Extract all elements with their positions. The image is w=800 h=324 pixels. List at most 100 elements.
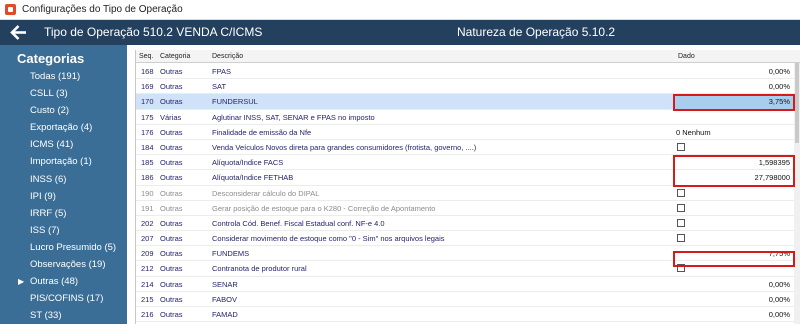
row-seq: 170 (141, 97, 154, 107)
row-category: Outras (160, 249, 183, 259)
row-seq: 202 (141, 218, 154, 228)
row-checkbox[interactable] (677, 188, 685, 197)
sidebar-item[interactable]: INSS (6) (0, 171, 127, 188)
row-checkbox[interactable] (677, 264, 685, 273)
row-category: Outras (160, 82, 183, 92)
row-value[interactable]: 7,75% (769, 249, 790, 258)
table-row[interactable]: 215 Outras FABOV 0,00% (136, 292, 797, 307)
column-header-categoria[interactable]: Categoria (160, 53, 190, 60)
row-category: Outras (160, 173, 183, 183)
table-row[interactable]: 176 Outras Finalidade de emissão da Nfe 0 N… (136, 125, 797, 140)
row-value[interactable]: 0,00% (769, 295, 790, 304)
row-value[interactable]: 0 Nenhum (676, 128, 711, 137)
row-checkbox[interactable] (677, 203, 685, 212)
row-category: Outras (160, 142, 183, 152)
table-row[interactable]: 185 Outras Alíquota/Indice FACS 1,598395 (136, 155, 797, 171)
row-description: Alíquota/Indice FACS (212, 158, 284, 168)
table-row[interactable]: 207 Outras Considerar movimento de estoque… (136, 231, 797, 247)
sidebar-item[interactable]: CSLL (3) (0, 85, 127, 102)
grid-header: Seq. Categoria Descrição Dado (136, 50, 800, 63)
row-seq: 176 (141, 127, 154, 137)
row-seq: 169 (141, 82, 154, 92)
sidebar-item-label: Outras (48) (30, 276, 79, 288)
operation-type-label: Tipo de Operação 510.2 VENDA C/ICMS (44, 25, 263, 39)
row-checkbox[interactable] (677, 142, 685, 151)
sidebar-item-label: ICMS (41) (30, 139, 74, 151)
row-seq: 185 (141, 158, 154, 168)
app-icon (5, 4, 16, 15)
vertical-scrollbar[interactable] (794, 63, 800, 324)
column-header-descricao[interactable]: Descrição (212, 53, 243, 60)
row-seq: 175 (141, 112, 154, 122)
window-title: Configurações do Tipo de Operação (22, 4, 183, 15)
row-value[interactable]: 27,798000 (755, 173, 790, 182)
row-seq: 209 (141, 249, 154, 259)
table-row[interactable]: 190 Outras Desconsiderar cálculo do DIPAL (136, 186, 797, 201)
table-row[interactable]: 216 Outras FAMAD 0,00% (136, 307, 797, 323)
row-value[interactable]: 0,00% (769, 310, 790, 319)
row-value[interactable]: 3,75% (769, 97, 790, 106)
row-description: FUNDEMS (212, 249, 250, 259)
sidebar-item[interactable]: ICMS (41) (0, 136, 127, 153)
sidebar-item[interactable]: ▶ Outras (48) (0, 273, 127, 290)
category-list: Todas (191) CSLL (3) Custo (2) Exportação (… (0, 68, 127, 324)
row-description: Gerar posição de estoque para o K280 - C… (212, 203, 436, 213)
sidebar-item[interactable]: Custo (2) (0, 102, 127, 119)
sidebar-item-label: IPI (9) (30, 190, 56, 202)
row-category: Outras (160, 67, 183, 76)
table-row[interactable]: 202 Outras Controla Cód. Benef. Fiscal Est… (136, 216, 797, 232)
sidebar-item-label: ST (33) (30, 310, 62, 322)
table-row[interactable]: 212 Outras Contranota de produtor rural (136, 261, 797, 277)
sidebar-item[interactable]: ST (33) (0, 307, 127, 324)
row-description: FUNDERSUL (212, 97, 258, 107)
row-checkbox[interactable] (677, 218, 685, 227)
row-category: Outras (160, 294, 183, 304)
sidebar-item[interactable]: ISS (7) (0, 222, 127, 239)
table-row[interactable]: 214 Outras SENAR 0,00% (136, 277, 797, 292)
row-description: FPAS (212, 67, 232, 76)
table-row[interactable]: 168 Outras FPAS 0,00% (136, 64, 797, 80)
sidebar-item[interactable]: Importação (1) (0, 153, 127, 170)
sidebar-item[interactable]: Lucro Presumido (5) (0, 239, 127, 256)
row-value[interactable]: 0,00% (769, 67, 790, 76)
row-description: SAT (212, 82, 227, 92)
scrollbar-thumb[interactable] (795, 63, 799, 143)
column-header-dado[interactable]: Dado (678, 53, 695, 60)
categories-title: Categorias (17, 51, 85, 66)
row-seq: 216 (141, 310, 154, 319)
sidebar-item-label: Custo (2) (30, 105, 70, 117)
sidebar-item[interactable]: IPI (9) (0, 188, 127, 205)
back-arrow-icon[interactable] (10, 24, 28, 41)
sidebar-item-label: Importação (1) (30, 156, 92, 168)
category-sidebar: Categorias Todas (191) CSLL (3) Custo (2) E… (0, 45, 127, 324)
table-row[interactable]: 169 Outras SAT 0,00% (136, 79, 797, 95)
row-seq: 214 (141, 279, 154, 289)
sidebar-item[interactable]: Observações (19) (0, 256, 127, 273)
operation-nature-label: Natureza de Operação 5.10.2 (457, 25, 616, 39)
row-category: Outras (160, 188, 183, 198)
sidebar-item[interactable]: Todas (191) (0, 68, 127, 85)
row-seq: 191 (141, 203, 154, 213)
column-header-seq[interactable]: Seq. (139, 53, 153, 60)
table-row[interactable]: 191 Outras Gerar posição de estoque para o… (136, 201, 797, 216)
row-description: Desconsiderar cálculo do DIPAL (212, 188, 320, 198)
table-row[interactable]: 170 Outras FUNDERSUL 3,75% (136, 94, 797, 110)
sidebar-item[interactable]: PIS/COFINS (17) (0, 290, 127, 307)
table-row[interactable]: 209 Outras FUNDEMS 7,75% (136, 246, 797, 262)
sidebar-item-label: Observações (19) (30, 259, 106, 271)
table-row[interactable]: 186 Outras Alíquota/Indice FETHAB 27,798000 (136, 170, 797, 186)
table-row[interactable]: 175 Várias Aglutinar INSS, SAT, SENAR e FP… (136, 110, 797, 125)
row-checkbox[interactable] (677, 234, 685, 243)
row-category: Outras (160, 264, 183, 274)
row-category: Outras (160, 234, 183, 244)
row-value[interactable]: 0,00% (769, 82, 790, 91)
row-value[interactable]: 1,598395 (759, 158, 790, 167)
row-description: Alíquota/Indice FETHAB (212, 173, 294, 183)
row-seq: 168 (141, 67, 154, 76)
table-row[interactable]: 184 Outras Venda Veículos Novos direta par… (136, 140, 797, 156)
title-bar: Configurações do Tipo de Operação (0, 0, 800, 20)
row-value[interactable]: 0,00% (769, 280, 790, 289)
sidebar-item[interactable]: IRRF (5) (0, 205, 127, 222)
sidebar-item[interactable]: Exportação (4) (0, 119, 127, 136)
row-category: Outras (160, 97, 183, 107)
